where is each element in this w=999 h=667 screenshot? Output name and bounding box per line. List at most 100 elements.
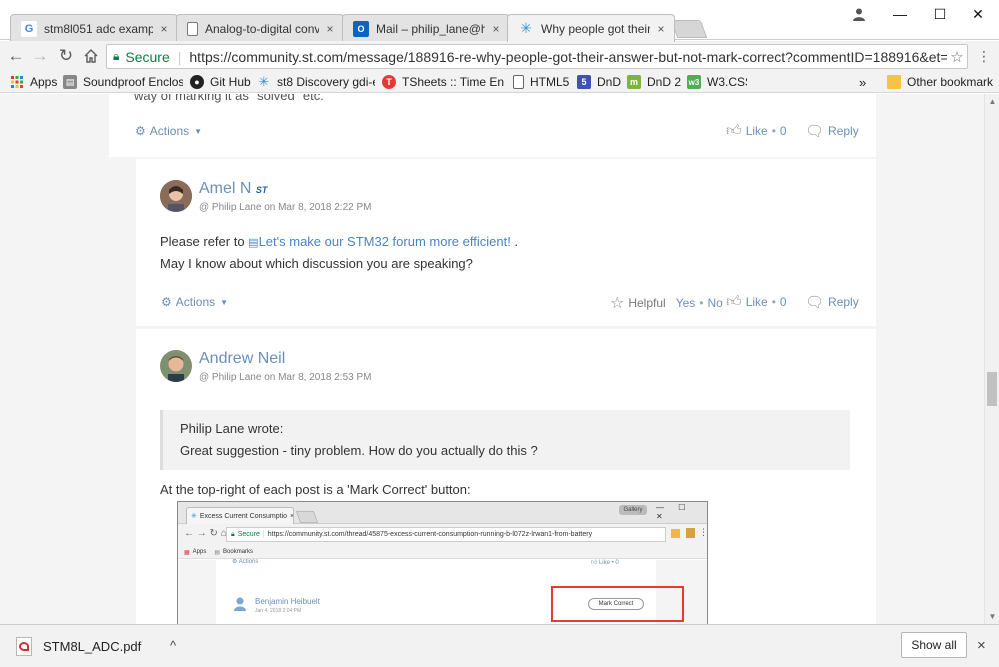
bookmark-dnd[interactable]: 5 DnD (577, 73, 621, 91)
actions-menu[interactable]: ⚙ Actions ▼ (135, 124, 202, 138)
embedded-title-bar: ✳ Excess Current Consumptio × Gallery — … (178, 502, 707, 524)
actions-menu[interactable]: ⚙ Actions ▼ (161, 295, 228, 309)
person-icon[interactable] (844, 0, 874, 28)
bookmark-html5[interactable]: HTML5 (513, 73, 569, 91)
home-icon[interactable] (80, 45, 102, 67)
embedded-new-tab (295, 511, 319, 523)
new-tab-button[interactable] (670, 20, 708, 38)
bookmark-soundproof[interactable]: ▤ Soundproof Enclosur (63, 73, 183, 91)
bookmark-apps[interactable]: Apps (10, 73, 60, 91)
reply-text-fragment: way of marking it as "solved" etc. (134, 94, 324, 103)
reply-panel-previous: way of marking it as "solved" etc. ⚙ Act… (109, 94, 876, 157)
speech-bubble-icon: 🗨︎ (805, 123, 825, 140)
chevron-down-icon: ▼ (194, 126, 203, 136)
embedded-post: ⚙ Actions 👍︎ Like • 0 Benjamin Heibuelt … (216, 559, 684, 624)
tab-analog-to-digital[interactable]: Analog-to-digital conver × (176, 14, 344, 42)
username-link[interactable]: Amel N ST (199, 180, 267, 198)
tab-close-icon[interactable]: × (489, 22, 503, 36)
embedded-actions-label: Actions (238, 559, 259, 565)
bookmark-w3css[interactable]: w3 W3.CSS (687, 73, 747, 91)
like-label: Like (745, 295, 768, 309)
reply-button[interactable]: 🗨︎ Reply (805, 293, 859, 311)
close-window-button[interactable]: ✕ (958, 0, 998, 28)
bookmark-label: DnD 2 (647, 75, 682, 89)
thumbs-up-icon: 👍︎ (726, 122, 742, 139)
reply-button[interactable]: 🗨︎ Reply (805, 122, 859, 140)
thumbs-up-icon: 👍︎ (591, 560, 599, 566)
gear-icon: ⚙ (161, 295, 172, 309)
url-text[interactable]: https://community.st.com/message/188916-… (189, 49, 947, 65)
address-separator: | (262, 531, 265, 538)
google-icon: G (21, 20, 37, 37)
tab-mail[interactable]: O Mail – philip_lane@hotm × (342, 14, 510, 42)
page-viewport: way of marking it as "solved" etc. ⚙ Act… (0, 94, 984, 624)
reply-label: Reply (828, 124, 859, 138)
like-button[interactable]: 👍︎ Like • 0 (726, 122, 787, 140)
show-all-button[interactable]: Show all (901, 632, 967, 658)
apps-grid-icon (10, 75, 24, 89)
body-text: Please refer to (160, 234, 245, 249)
bookmarks-overflow-button[interactable]: » (859, 73, 873, 91)
outlook-icon: O (353, 20, 369, 37)
github-icon: ● (190, 75, 204, 89)
forward-arrow-icon[interactable]: → (29, 45, 51, 67)
helpful-yes-link[interactable]: Yes (676, 296, 696, 310)
username-link[interactable]: Andrew Neil (199, 350, 285, 368)
address-separator: | (177, 48, 182, 65)
folder-icon (887, 75, 901, 89)
menu-kebab-icon: ⋮ (699, 527, 708, 537)
menu-kebab-icon[interactable]: ⋮ (973, 45, 995, 67)
embedded-nav-icons: ← → ↻ ⌂ (184, 528, 227, 539)
bookmark-dnd-2[interactable]: m DnD 2 (627, 73, 683, 91)
tab-close-icon: × (290, 512, 294, 520)
embedded-username: Benjamin Heibuelt (255, 597, 320, 606)
embedded-window-label: Gallery (619, 505, 647, 515)
like-button[interactable]: 👍︎ Like • 0 (726, 293, 787, 311)
tab-close-icon[interactable]: × (654, 22, 668, 36)
embedded-mark-correct-button: Mark Correct (588, 598, 644, 610)
bookmark-st8-discovery[interactable]: ✳ st8 Discovery gdi-err (257, 73, 375, 91)
st-community-icon: ✳ (258, 74, 270, 89)
username: Andrew Neil (199, 350, 286, 367)
reload-icon[interactable]: ↻ (55, 45, 77, 67)
gear-icon: ⚙ (232, 559, 239, 565)
thumbs-up-icon: 👍︎ (726, 293, 742, 310)
embedded-bookmarks-label: Bookmarks (223, 549, 254, 555)
bookmark-tsheets[interactable]: T TSheets :: Time Entrie (382, 73, 504, 91)
bookmark-star-icon[interactable]: ☆ (947, 48, 967, 66)
embedded-url: https://community.st.com/thread/45875-ex… (267, 531, 593, 538)
tab-google-search[interactable]: G stm8l051 adc example - × (10, 14, 178, 42)
page-scrollbar[interactable]: ▲ ▼ (984, 94, 999, 624)
embedded-page: ⚙ Actions 👍︎ Like • 0 Benjamin Heibuelt … (178, 559, 707, 624)
helpful-label: Helpful (628, 296, 666, 310)
tab-active-community[interactable]: ✳ Why people got their an × (507, 14, 675, 42)
tab-close-icon[interactable]: × (157, 22, 171, 36)
scrollbar-thumb[interactable] (987, 372, 997, 406)
address-bar[interactable]: 🔒︎ Secure | https://community.st.com/mes… (106, 44, 968, 69)
browser-toolbar: ← → ↻ 🔒︎ Secure | https://community.st.c… (0, 41, 999, 71)
apps-grid-icon: ▦ (184, 549, 190, 556)
helpful-no-link[interactable]: No (707, 296, 722, 310)
download-filename[interactable]: STM8L_ADC.pdf (43, 639, 141, 654)
other-bookmarks[interactable]: Other bookmarks (887, 73, 993, 91)
bookmark-label: st8 Discovery gdi-err (277, 75, 375, 89)
bookmark-label: HTML5 (530, 75, 569, 89)
body-text: . (514, 234, 519, 249)
post-body-line-1: Please refer to ▤Let's make our STM32 fo… (160, 234, 518, 249)
avatar[interactable] (160, 180, 192, 212)
maximize-button[interactable]: ☐ (920, 0, 960, 28)
bookmark-label: TSheets :: Time Entrie (402, 75, 504, 89)
tab-close-icon[interactable]: × (323, 22, 337, 36)
avatar[interactable] (160, 350, 192, 382)
close-download-bar-icon[interactable]: × (977, 637, 986, 654)
stm32-forum-link[interactable]: Let's make our STM32 forum more efficien… (259, 234, 511, 249)
bookmark-label: Apps (30, 75, 58, 89)
embedded-address-bar: 🔒︎ Secure | https://community.st.com/thr… (226, 527, 666, 542)
like-label: Like (745, 124, 768, 138)
scroll-down-arrow-icon[interactable]: ▼ (985, 609, 999, 624)
back-arrow-icon[interactable]: ← (5, 45, 27, 67)
minimize-button[interactable]: — (880, 0, 920, 28)
bookmark-github[interactable]: ● Git Hub (190, 73, 252, 91)
scroll-up-arrow-icon[interactable]: ▲ (985, 94, 999, 109)
download-options-caret[interactable]: ^ (170, 638, 176, 653)
